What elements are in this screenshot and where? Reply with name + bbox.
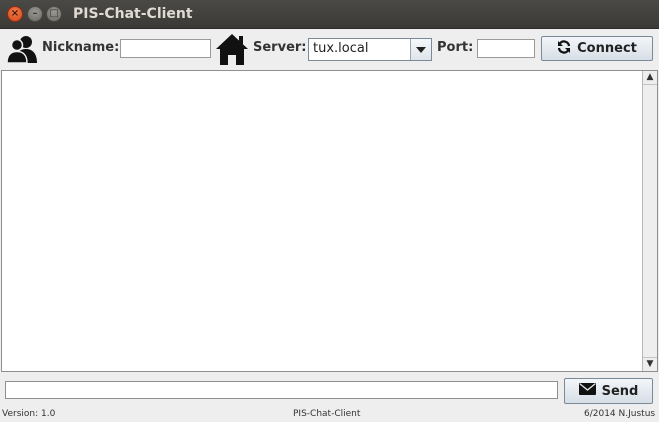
version-text: Version: 1.0 xyxy=(2,409,56,419)
chat-vertical-scrollbar[interactable]: ▲ ▼ xyxy=(642,71,657,371)
close-window-button[interactable]: × xyxy=(7,6,23,22)
scroll-down-button[interactable]: ▼ xyxy=(643,357,657,371)
users-icon xyxy=(6,34,38,68)
home-icon xyxy=(215,32,249,70)
nickname-label: Nickname: xyxy=(42,40,120,55)
message-input[interactable] xyxy=(5,381,558,399)
connect-button[interactable]: Connect xyxy=(541,36,653,61)
port-field[interactable] xyxy=(477,39,535,58)
credit-text: 6/2014 N.Justus xyxy=(584,409,656,419)
app-name-text: PIS-Chat-Client xyxy=(293,409,361,419)
server-label: Server: xyxy=(253,40,307,55)
minimize-window-button[interactable]: – xyxy=(27,6,43,22)
window-title: PIS-Chat-Client xyxy=(73,6,193,22)
maximize-window-button[interactable]: □ xyxy=(46,6,62,22)
refresh-icon xyxy=(557,39,571,58)
port-label: Port: xyxy=(437,40,474,55)
nickname-field[interactable] xyxy=(120,39,211,58)
send-button[interactable]: Send xyxy=(564,378,653,404)
scroll-up-button[interactable]: ▲ xyxy=(643,71,657,85)
title-bar: × – □ PIS-Chat-Client xyxy=(0,0,659,29)
server-select-value: tux.local xyxy=(309,39,411,60)
send-button-label: Send xyxy=(601,383,639,399)
connection-toolbar: Nickname: Server: tux.local Port: Connec… xyxy=(0,30,659,68)
envelope-icon xyxy=(578,383,596,399)
server-select[interactable]: tux.local xyxy=(308,38,432,61)
connect-button-label: Connect xyxy=(577,41,637,56)
chat-messages-area[interactable]: ▲ ▼ xyxy=(1,70,658,372)
chevron-down-icon[interactable] xyxy=(411,39,431,60)
